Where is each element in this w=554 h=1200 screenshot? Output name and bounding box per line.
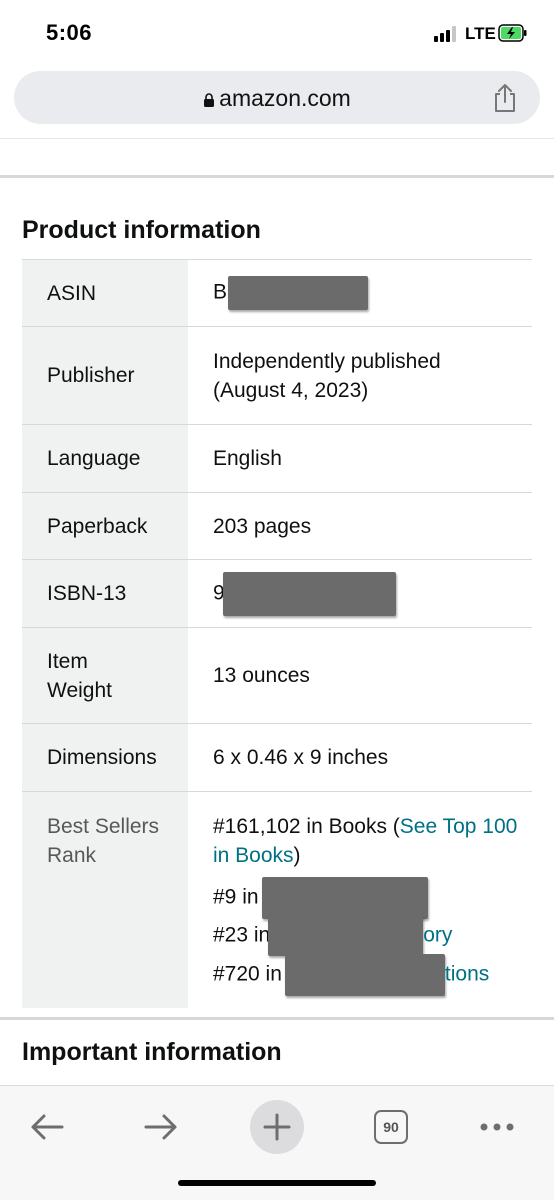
redaction-bar bbox=[268, 916, 424, 956]
sub-rank-1: #9 in bbox=[213, 877, 532, 919]
plus-icon bbox=[263, 1113, 291, 1141]
address-bar[interactable]: amazon.com bbox=[14, 71, 540, 124]
more-menu-button[interactable] bbox=[466, 1096, 528, 1158]
signal-icon bbox=[434, 26, 460, 42]
tab-count-icon: 90 bbox=[374, 1110, 408, 1144]
row-value-paperback: 203 pages bbox=[188, 492, 532, 560]
url-display: amazon.com bbox=[14, 85, 540, 112]
new-tab-circle bbox=[250, 1100, 304, 1154]
row-value-asin: B bbox=[188, 259, 532, 327]
sub-rank-prefix: #9 in bbox=[213, 885, 259, 909]
more-dots-icon bbox=[480, 1123, 514, 1131]
table-row-best-sellers-rank: Best Sellers Rank #161,102 in Books (See… bbox=[22, 791, 532, 1008]
row-value-item-weight: 13 ounces bbox=[188, 627, 532, 724]
header-divider bbox=[0, 138, 554, 139]
section-divider bbox=[0, 175, 554, 178]
row-label-publisher: Publisher bbox=[22, 326, 188, 425]
row-value-language: English bbox=[188, 424, 532, 493]
arrow-right-icon bbox=[144, 1114, 177, 1140]
main-rank: #161,102 in Books (See Top 100 in Books) bbox=[213, 815, 517, 867]
sub-rank-2: #23 in ory bbox=[213, 916, 532, 956]
row-label-dimensions: Dimensions bbox=[22, 723, 188, 792]
row-label-isbn13: ISBN-13 bbox=[22, 559, 188, 628]
arrow-left-icon bbox=[31, 1114, 64, 1140]
row-value-isbn13: 9 bbox=[188, 559, 532, 628]
network-type: LTE bbox=[465, 24, 496, 43]
sub-rank-prefix: #23 in bbox=[213, 923, 271, 947]
forward-button[interactable] bbox=[130, 1096, 192, 1158]
redaction-bar bbox=[228, 276, 369, 310]
table-row-paperback: Paperback 203 pages bbox=[22, 492, 532, 560]
table-row-isbn13: ISBN-13 9 bbox=[22, 559, 532, 628]
category-link[interactable]: ory bbox=[423, 924, 452, 947]
product-information-table: ASIN B Publisher Independently published… bbox=[22, 259, 532, 1008]
redaction-bar bbox=[222, 571, 396, 616]
table-row-language: Language English bbox=[22, 424, 532, 493]
table-row-item-weight: Item Weight 13 ounces bbox=[22, 627, 532, 724]
main-rank-text: #161,102 in Books ( bbox=[213, 815, 400, 838]
url-domain: amazon.com bbox=[219, 85, 351, 111]
row-label-best-sellers-rank: Best Sellers Rank bbox=[22, 791, 188, 1008]
table-row-dimensions: Dimensions 6 x 0.46 x 9 inches bbox=[22, 723, 532, 792]
status-bar: 5:06 LTE bbox=[0, 0, 554, 64]
status-time: 5:06 bbox=[46, 20, 93, 45]
share-icon[interactable] bbox=[492, 83, 518, 113]
category-link[interactable]: tions bbox=[445, 963, 489, 986]
table-row-publisher: Publisher Independently published (Augus… bbox=[22, 326, 532, 425]
row-value-dimensions: 6 x 0.46 x 9 inches bbox=[188, 723, 532, 792]
asin-value-prefix: B bbox=[213, 280, 228, 304]
row-label-paperback: Paperback bbox=[22, 492, 188, 560]
table-row-asin: ASIN B bbox=[22, 259, 532, 327]
redaction-bar bbox=[284, 954, 445, 996]
main-rank-close: ) bbox=[293, 844, 301, 867]
home-indicator[interactable] bbox=[178, 1180, 376, 1186]
sub-rank-3: #720 in tions bbox=[213, 954, 532, 996]
back-button[interactable] bbox=[16, 1096, 78, 1158]
section-divider bbox=[0, 1017, 554, 1020]
row-label-language: Language bbox=[22, 424, 188, 493]
row-value-best-sellers-rank: #161,102 in Books (See Top 100 in Books)… bbox=[188, 791, 532, 1008]
battery-charging-icon bbox=[498, 24, 527, 42]
redaction-bar bbox=[261, 877, 428, 919]
new-tab-button[interactable] bbox=[246, 1096, 308, 1158]
row-label-item-weight: Item Weight bbox=[22, 627, 188, 724]
product-information-heading: Product information bbox=[22, 216, 261, 244]
sub-rank-prefix: #720 in bbox=[213, 962, 282, 986]
tabs-button[interactable]: 90 bbox=[360, 1096, 422, 1158]
row-value-publisher: Independently published (August 4, 2023) bbox=[188, 326, 532, 425]
lock-icon bbox=[204, 93, 215, 107]
important-information-heading: Important information bbox=[22, 1038, 282, 1066]
row-label-asin: ASIN bbox=[22, 259, 188, 327]
